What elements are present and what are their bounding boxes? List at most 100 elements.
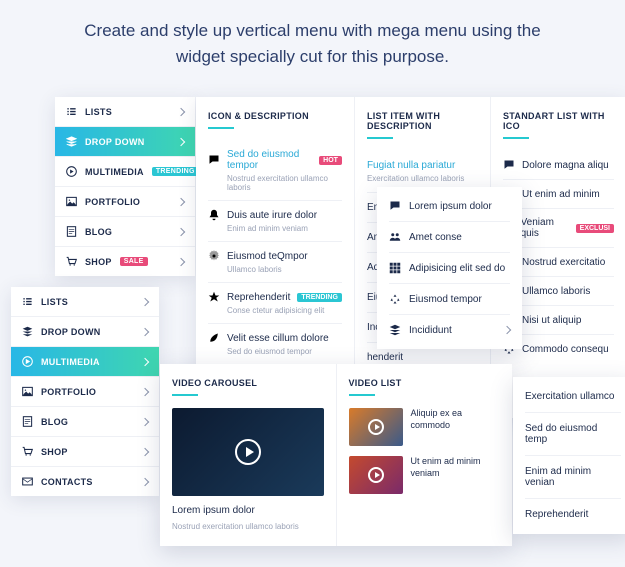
chevron-right-icon — [141, 387, 149, 395]
menu-item-drop-down[interactable]: DROP DOWN — [55, 127, 195, 157]
row-desc: Enim ad minim veniam — [227, 224, 342, 233]
row-desc: Exercitation ullamco laboris — [367, 174, 478, 183]
video-list-col: VIDEO LIST Aliquip ex ea commodoUt enim … — [337, 364, 513, 546]
menu-item-label: DROP DOWN — [41, 327, 101, 337]
menu-item-portfolio[interactable]: PORTFOLIO — [11, 377, 159, 407]
video-mega-panel: VIDEO CAROUSEL Lorem ipsum dolor Nostrud… — [160, 364, 512, 546]
mega-row[interactable]: Sed do eiusmod tempor HOT Nostrud exerci… — [208, 141, 342, 201]
chevron-right-icon — [177, 137, 185, 145]
flyout-item[interactable]: Incididunt — [389, 315, 510, 345]
menu-item-lists[interactable]: LISTS — [11, 287, 159, 317]
mega-row[interactable]: Dolore magna aliqu — [503, 151, 614, 180]
menu-item-contacts[interactable]: CONTACTS — [11, 467, 159, 496]
menu-item-label: BLOG — [85, 227, 112, 237]
menu-item-portfolio[interactable]: PORTFOLIO — [55, 187, 195, 217]
dropdown-item[interactable]: Exercitation ullamco — [525, 381, 621, 413]
menu-item-label: SHOP — [85, 257, 112, 267]
mega-col-title: LIST ITEM WITH DESCRIPTION — [367, 111, 478, 131]
menu-item-shop[interactable]: SHOP — [11, 437, 159, 467]
menu-item-label: LISTS — [41, 297, 68, 307]
video-thumbnail[interactable] — [172, 408, 324, 496]
row-title: Nostrud exercitatio — [522, 257, 605, 268]
mega-col-title: STANDART LIST WITH ICO — [503, 111, 614, 131]
chat-icon — [389, 200, 401, 212]
doc-icon — [66, 226, 77, 237]
video-list-item[interactable]: Ut enim ad minim veniam — [349, 456, 501, 494]
row-title: Ullamco laboris — [522, 286, 590, 297]
chevron-right-icon — [141, 417, 149, 425]
video-col-title: VIDEO CAROUSEL — [172, 378, 324, 388]
flyout-item[interactable]: Eiusmod tempor — [389, 284, 510, 315]
menu-item-blog[interactable]: BLOG — [11, 407, 159, 437]
row-title: Nisi ut aliquip — [522, 315, 581, 326]
menu-item-drop-down[interactable]: DROP DOWN — [11, 317, 159, 347]
flyout-item[interactable]: Lorem ipsum dolor — [389, 191, 510, 222]
image-icon — [22, 386, 33, 397]
menu-item-label: MULTIMEDIA — [85, 167, 144, 177]
mega-row[interactable]: Velit esse cillum dolore Sed do eiusmod … — [208, 324, 342, 364]
cart-icon — [66, 256, 77, 267]
menu-item-multimedia[interactable]: MULTIMEDIA — [11, 347, 159, 377]
page-heading: Create and style up vertical menu with m… — [0, 0, 625, 97]
flyout-label: Incididunt — [409, 325, 452, 336]
chevron-right-icon — [177, 107, 185, 115]
video-list-item[interactable]: Aliquip ex ea commodo — [349, 408, 501, 446]
play-icon — [22, 356, 33, 367]
badge: SALE — [120, 257, 148, 266]
badge: HOT — [319, 156, 342, 165]
row-title: Dolore magna aliqu — [522, 160, 609, 171]
chevron-right-icon — [141, 327, 149, 335]
mega-col-title: ICON & DESCRIPTION — [208, 111, 342, 121]
dropdown-item[interactable]: Enim ad minim venian — [525, 456, 621, 499]
row-title: Duis aute irure dolor — [227, 210, 317, 221]
vertical-menu-2: LISTS DROP DOWN MULTIMEDIA PORTFOLIO BLO… — [11, 287, 159, 496]
menu-item-label: PORTFOLIO — [85, 197, 140, 207]
play-icon — [66, 166, 77, 177]
menu-item-lists[interactable]: LISTS — [55, 97, 195, 127]
row-title: Ut enim ad minim — [522, 189, 600, 200]
menu-item-label: CONTACTS — [41, 477, 93, 487]
menu-item-shop[interactable]: SHOP SALE — [55, 247, 195, 276]
row-desc: Ullamco laboris — [227, 265, 342, 274]
video-thumbnail — [349, 456, 403, 494]
chat-icon — [503, 159, 515, 171]
row-title: Velit esse cillum dolore — [227, 333, 329, 344]
badge: TRENDING — [297, 293, 342, 302]
flyout-label: Lorem ipsum dolor — [409, 201, 492, 212]
video-title: Ut enim ad minim veniam — [411, 456, 501, 494]
star-icon — [208, 291, 220, 303]
video-thumbnail — [349, 408, 403, 446]
flyout-item[interactable]: Adipisicing elit sed do — [389, 253, 510, 284]
gear-icon — [208, 250, 220, 262]
menu-item-label: MULTIMEDIA — [41, 357, 100, 367]
dropdown-item[interactable]: Reprehenderit — [525, 499, 621, 530]
mega-row[interactable]: Eiusmod teQmpor Ullamco laboris — [208, 242, 342, 283]
flyout-item[interactable]: Amet conse — [389, 222, 510, 253]
dropdown-item[interactable]: Sed do eiusmod temp — [525, 413, 621, 456]
vertical-menu-1: LISTS DROP DOWN MULTIMEDIATRENDING PORTF… — [55, 97, 195, 276]
flyout-label: Eiusmod tempor — [409, 294, 482, 305]
chevron-right-icon — [141, 297, 149, 305]
bell-icon — [208, 209, 220, 221]
cart-icon — [22, 446, 33, 457]
menu-item-label: PORTFOLIO — [41, 387, 96, 397]
mega-row[interactable]: Reprehenderit TRENDING Conse ctetur adip… — [208, 283, 342, 324]
chevron-right-icon — [177, 257, 185, 265]
users-icon — [389, 231, 401, 243]
row-title: Veniam quis — [521, 217, 569, 239]
chevron-right-icon — [177, 197, 185, 205]
row-desc: Nostrud exercitation ullamco laboris — [227, 174, 342, 192]
chevron-right-icon — [503, 326, 511, 334]
flyout-label: Adipisicing elit sed do — [409, 263, 505, 274]
chevron-right-icon — [177, 227, 185, 235]
flyout-label: Amet conse — [409, 232, 462, 243]
row-desc: Sed do eiusmod tempor — [227, 347, 342, 356]
mail-icon — [22, 476, 33, 487]
mega-row[interactable]: Duis aute irure dolor Enim ad minim veni… — [208, 201, 342, 242]
video-carousel-col: VIDEO CAROUSEL Lorem ipsum dolor Nostrud… — [160, 364, 337, 546]
grid-icon — [389, 262, 401, 274]
row-title: Reprehenderit — [227, 292, 290, 303]
play-icon — [368, 419, 384, 435]
menu-item-blog[interactable]: BLOG — [55, 217, 195, 247]
menu-item-multimedia[interactable]: MULTIMEDIATRENDING — [55, 157, 195, 187]
